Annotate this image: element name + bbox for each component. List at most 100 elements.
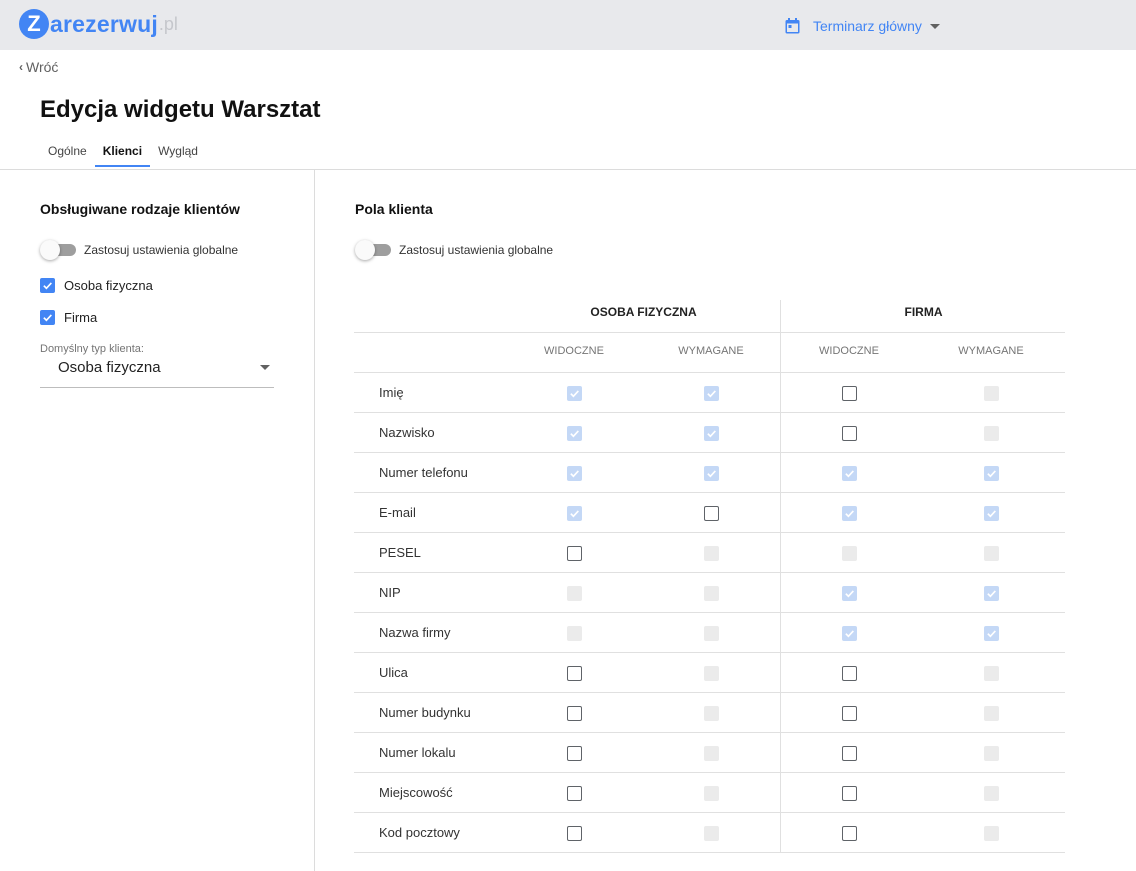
field-checkbox-person-visible[interactable]: [567, 786, 582, 801]
field-label: Kod pocztowy: [379, 825, 460, 840]
check-icon: [987, 630, 996, 638]
default-client-type-label: Domyślny typ klienta:: [40, 343, 144, 355]
field-checkbox-company-visible[interactable]: [842, 426, 857, 441]
table-row: Ulica: [354, 653, 1065, 693]
field-checkbox-company-required: [984, 626, 999, 641]
right-global-settings-label: Zastosuj ustawienia globalne: [399, 243, 554, 257]
field-checkbox-company-visible[interactable]: [842, 746, 857, 761]
field-checkbox-person-visible: [567, 506, 582, 521]
group-header-person: OSOBA FIZYCZNA: [590, 305, 697, 319]
field-label: E-mail: [379, 505, 416, 520]
group-divider: [780, 493, 781, 532]
field-checkbox-person-visible[interactable]: [567, 746, 582, 761]
check-icon: [845, 630, 854, 638]
group-divider: [780, 653, 781, 692]
field-checkbox-company-required: [984, 746, 999, 761]
field-checkbox-person-visible[interactable]: [567, 666, 582, 681]
client-types-title: Obsługiwane rodzaje klientów: [40, 201, 240, 217]
header-divider: [0, 169, 1136, 170]
table-column-header-row: WIDOCZNE WYMAGANE WIDOCZNE WYMAGANE: [354, 333, 1065, 373]
calendar-icon: [785, 18, 800, 34]
group-divider: [780, 693, 781, 732]
field-checkbox-company-visible[interactable]: [842, 786, 857, 801]
field-checkbox-person-required: [704, 386, 719, 401]
client-type-company-checkbox[interactable]: [40, 310, 55, 325]
check-icon: [845, 590, 854, 598]
logo[interactable]: Z arezerwuj .pl: [19, 8, 178, 40]
group-divider: [780, 613, 781, 652]
check-icon: [707, 470, 716, 478]
tab-clients[interactable]: Klienci: [94, 142, 151, 167]
calendar-selector[interactable]: Terminarz główny: [785, 16, 940, 36]
check-icon: [570, 510, 579, 518]
check-icon: [987, 470, 996, 478]
check-icon: [43, 282, 52, 290]
field-checkbox-company-visible[interactable]: [842, 706, 857, 721]
field-checkbox-company-visible[interactable]: [842, 386, 857, 401]
back-link-label: Wróć: [26, 59, 59, 75]
chevron-down-icon: [929, 23, 940, 29]
group-divider: [780, 813, 781, 852]
field-checkbox-person-visible[interactable]: [567, 546, 582, 561]
default-client-type-value: Osoba fizyczna: [58, 359, 161, 376]
field-checkbox-company-visible: [842, 626, 857, 641]
calendar-selector-label: Terminarz główny: [813, 18, 922, 34]
client-fields-title: Pola klienta: [355, 201, 433, 217]
client-type-person-label: Osoba fizyczna: [64, 278, 153, 293]
field-checkbox-company-visible: [842, 546, 857, 561]
check-icon: [707, 430, 716, 438]
field-checkbox-company-visible: [842, 466, 857, 481]
field-label: Imię: [379, 385, 404, 400]
check-icon: [570, 430, 579, 438]
field-checkbox-person-visible[interactable]: [567, 826, 582, 841]
table-row: Numer budynku: [354, 693, 1065, 733]
field-label: Numer budynku: [379, 705, 471, 720]
client-type-row-company: Firma: [40, 310, 97, 325]
right-global-settings-toggle[interactable]: [355, 240, 391, 260]
toggle-thumb: [355, 240, 375, 260]
group-divider: [780, 533, 781, 572]
field-checkbox-person-visible: [567, 466, 582, 481]
field-label: PESEL: [379, 545, 421, 560]
field-checkbox-person-visible: [567, 626, 582, 641]
table-row: PESEL: [354, 533, 1065, 573]
left-global-settings-label: Zastosuj ustawienia globalne: [84, 243, 239, 257]
field-checkbox-company-visible: [842, 586, 857, 601]
column-header-company-visible: WIDOCZNE: [819, 345, 879, 357]
check-icon: [570, 390, 579, 398]
field-checkbox-company-required: [984, 826, 999, 841]
field-checkbox-company-visible[interactable]: [842, 666, 857, 681]
tab-general[interactable]: Ogólne: [40, 142, 95, 167]
field-checkbox-person-visible[interactable]: [567, 706, 582, 721]
group-header-company: FIRMA: [904, 305, 943, 319]
field-checkbox-person-required: [704, 626, 719, 641]
field-checkbox-company-required: [984, 586, 999, 601]
group-divider: [780, 453, 781, 492]
field-label: Nazwisko: [379, 425, 435, 440]
table-row: Imię: [354, 373, 1065, 413]
top-bar: Z arezerwuj .pl Terminarz główny: [0, 0, 1136, 50]
field-checkbox-company-required: [984, 546, 999, 561]
field-label: NIP: [379, 585, 401, 600]
client-type-person-checkbox[interactable]: [40, 278, 55, 293]
field-checkbox-company-visible[interactable]: [842, 826, 857, 841]
group-divider: [780, 300, 781, 332]
field-checkbox-person-visible: [567, 586, 582, 601]
field-checkbox-company-required: [984, 426, 999, 441]
back-link[interactable]: ‹ Wróć: [19, 59, 58, 75]
table-row: E-mail: [354, 493, 1065, 533]
default-client-type-select[interactable]: Osoba fizyczna: [40, 357, 274, 388]
field-checkbox-person-required: [704, 666, 719, 681]
tab-appearance[interactable]: Wygląd: [150, 142, 206, 167]
column-header-person-visible: WIDOCZNE: [544, 345, 604, 357]
field-label: Numer telefonu: [379, 465, 468, 480]
table-row: Numer lokalu: [354, 733, 1065, 773]
field-label: Miejscowość: [379, 785, 453, 800]
logo-suffix: .pl: [158, 14, 178, 34]
table-row: Miejscowość: [354, 773, 1065, 813]
field-checkbox-person-required[interactable]: [704, 506, 719, 521]
left-global-settings-toggle[interactable]: [40, 240, 76, 260]
field-checkbox-company-required: [984, 666, 999, 681]
check-icon: [570, 470, 579, 478]
column-header-company-required: WYMAGANE: [958, 345, 1024, 357]
